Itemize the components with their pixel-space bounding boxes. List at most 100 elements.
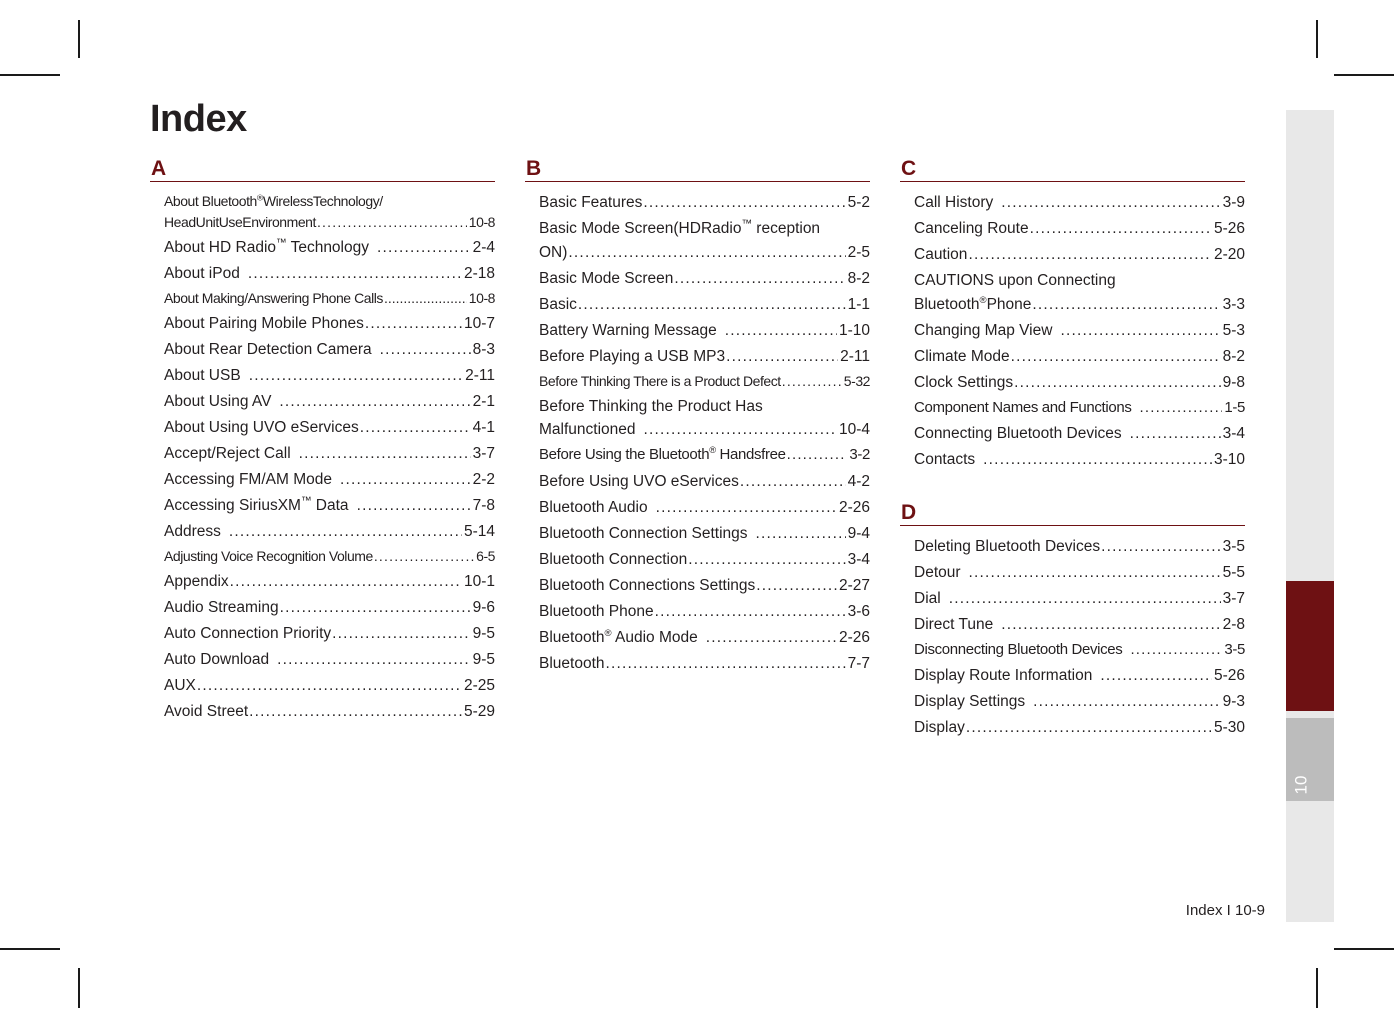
index-entry-page-number: 9-4	[847, 524, 870, 542]
index-entry[interactable]: Avoid Street 5-29	[164, 700, 495, 724]
index-entry-page-number: 2-1	[472, 393, 495, 411]
index-entry[interactable]: Bluetooth Connection Settings 9-4	[539, 522, 870, 546]
index-entry-page-number: 6-5	[476, 548, 495, 565]
dot-leader	[1011, 345, 1221, 369]
index-entry-label: Before Using the Bluetooth® Handsfree	[539, 445, 786, 464]
dot-leader	[279, 390, 470, 414]
index-entry[interactable]: Accept/Reject Call 3-7	[164, 442, 495, 466]
index-entry[interactable]: Basic Mode Screen(HDRadio™ reception ON) 2…	[539, 217, 870, 264]
index-entry[interactable]: About Making/Answering Phone Calls 10-8	[164, 288, 495, 309]
index-entry[interactable]: Clock Settings 9-8	[914, 371, 1245, 395]
index-entry[interactable]: Call History 3-9	[914, 191, 1245, 215]
thumb-index-tab-next: 10	[1286, 718, 1334, 801]
index-entry-page-number: 5-26	[1213, 667, 1245, 685]
index-entry[interactable]: About Rear Detection Camera 8-3	[164, 338, 495, 362]
index-entry[interactable]: Auto Connection Priority 9-5	[164, 622, 495, 646]
index-entry-page-number: 3-7	[1222, 589, 1245, 607]
index-entry[interactable]: About Using AV 2-1	[164, 390, 495, 414]
index-entry-page-number: 9-5	[472, 625, 495, 643]
index-entry-label: About HD Radio™ Technology	[164, 236, 369, 257]
index-entry[interactable]: Accessing SiriusXM™ Data 7-8	[164, 494, 495, 518]
index-entry[interactable]: Bluetooth Phone 3-6	[539, 600, 870, 624]
index-entry[interactable]: Contacts 3-10	[914, 448, 1245, 472]
index-entry[interactable]: Before Using UVO eServices 4-2	[539, 470, 870, 494]
index-entry[interactable]: Audio Streaming 9-6	[164, 596, 495, 620]
index-entry[interactable]: Caution 2-20	[914, 243, 1245, 267]
index-entry-label: Disconnecting Bluetooth Devices	[914, 641, 1123, 659]
index-entry[interactable]: Bluetooth 7-7	[539, 652, 870, 676]
index-entry[interactable]: Dial 3-7	[914, 587, 1245, 611]
dot-leader	[1100, 664, 1212, 688]
crop-mark-bottom-left-horizontal	[0, 948, 60, 950]
index-entry-list: Deleting Bluetooth Devices 3-5 Detour 5-5 Di…	[900, 535, 1245, 740]
index-entry[interactable]: Before Using the Bluetooth® Handsfree 3-2	[539, 444, 870, 467]
page-title: Index	[150, 98, 247, 140]
index-entry-page-number: 2-8	[1222, 616, 1245, 633]
index-entry-page-number: 2-26	[838, 498, 870, 516]
index-entry[interactable]: CAUTIONS upon Connecting Bluetooth®Phone 3…	[914, 269, 1245, 316]
dot-leader	[280, 596, 471, 620]
index-entry[interactable]: About USB 2-11	[164, 364, 495, 388]
index-entry-page-number: 2-11	[465, 367, 495, 385]
index-entry[interactable]: Basic Mode Screen 8-2	[539, 267, 870, 291]
index-entry[interactable]: AUX 2-25	[164, 674, 495, 698]
index-entry[interactable]: Bluetooth Connections Settings 2-27	[539, 574, 870, 598]
registered-mark: ®	[256, 192, 263, 203]
index-entry[interactable]: About HD Radio™ Technology 2-4	[164, 236, 495, 260]
index-entry-page-number: 1-10	[838, 321, 870, 339]
index-entry[interactable]: Bluetooth Connection 3-4	[539, 548, 870, 572]
index-entry[interactable]: Climate Mode 8-2	[914, 345, 1245, 369]
index-entry[interactable]: Adjusting Voice Recognition Volume 6-5	[164, 546, 495, 567]
index-entry[interactable]: Accessing FM/AM Mode 2-2	[164, 468, 495, 492]
index-entry-line-1: Before Thinking the Product Has	[539, 395, 870, 419]
index-entry[interactable]: Canceling Route 5-26	[914, 217, 1245, 241]
index-entry[interactable]: Detour 5-5	[914, 561, 1245, 585]
index-entry[interactable]: Basic 1-1	[539, 293, 870, 317]
index-entry[interactable]: Changing Map View 5-3	[914, 319, 1245, 343]
index-entry-page-number: 2-18	[463, 265, 495, 283]
index-entry[interactable]: Address 5-14	[164, 520, 495, 544]
index-entry[interactable]: Disconnecting Bluetooth Devices 3-5	[914, 639, 1245, 662]
index-entry[interactable]: Display Route Information 5-26	[914, 664, 1245, 688]
thumb-index-chapter-number: 10	[1291, 775, 1311, 795]
index-entry[interactable]: Direct Tune 2-8	[914, 613, 1245, 637]
dot-leader	[277, 648, 470, 672]
index-entry[interactable]: Component Names and Functions 1-5	[914, 397, 1245, 420]
index-letter-heading: C	[901, 157, 917, 180]
dot-leader	[568, 241, 845, 265]
index-entry[interactable]: Appendix 10-1	[164, 570, 495, 594]
index-entry[interactable]: Display 5-30	[914, 716, 1245, 740]
index-entry[interactable]: About Using UVO eServices 4-1	[164, 416, 495, 440]
index-entry[interactable]: Before Thinking There is a Product Defec…	[539, 371, 870, 392]
index-entry[interactable]: Deleting Bluetooth Devices 3-5	[914, 535, 1245, 559]
dot-leader	[197, 674, 462, 698]
index-entry-page-number: 3-7	[472, 445, 495, 463]
index-entry-label: About Rear Detection Camera	[164, 340, 372, 358]
index-entry-label: Before Thinking There is a Product Defec…	[539, 372, 781, 389]
index-entry[interactable]: Before Thinking the Product Has Malfuncti…	[539, 395, 870, 442]
index-entry[interactable]: About iPod 2-18	[164, 262, 495, 286]
index-entry-line-2: Malfunctioned 10-4	[539, 418, 870, 442]
index-entry[interactable]: Auto Download 9-5	[164, 648, 495, 672]
index-entry[interactable]: About Bluetooth®WirelessTechnology/HeadU…	[164, 191, 495, 234]
dot-leader	[1032, 293, 1220, 317]
index-entry[interactable]: Battery Warning Message 1-10	[539, 319, 870, 343]
dot-leader	[365, 312, 462, 336]
dot-leader	[299, 442, 471, 466]
index-entry[interactable]: Connecting Bluetooth Devices 3-4	[914, 422, 1245, 446]
index-entry-label: Bluetooth Audio	[539, 498, 648, 516]
index-entry[interactable]: About Pairing Mobile Phones 10-7	[164, 312, 495, 336]
index-entry[interactable]: Basic Features 5-2	[539, 191, 870, 215]
index-entry-page-number: 5-5	[1222, 563, 1245, 581]
crop-mark-top-right-horizontal	[1334, 74, 1394, 76]
dot-leader	[643, 191, 845, 215]
dot-leader	[644, 418, 837, 442]
thumb-index-tab-current	[1286, 581, 1334, 711]
index-entry-line-2: ON) 2-5	[539, 241, 870, 265]
index-entry[interactable]: Display Settings 9-3	[914, 690, 1245, 714]
index-column: B Basic Features 5-2 Basic Mode Screen(HDRa…	[525, 157, 870, 742]
index-entry[interactable]: Bluetooth Audio 2-26	[539, 496, 870, 520]
index-entry[interactable]: Before Playing a USB MP3 2-11	[539, 345, 870, 369]
dot-leader	[706, 626, 837, 650]
index-entry[interactable]: Bluetooth® Audio Mode 2-26	[539, 626, 870, 650]
